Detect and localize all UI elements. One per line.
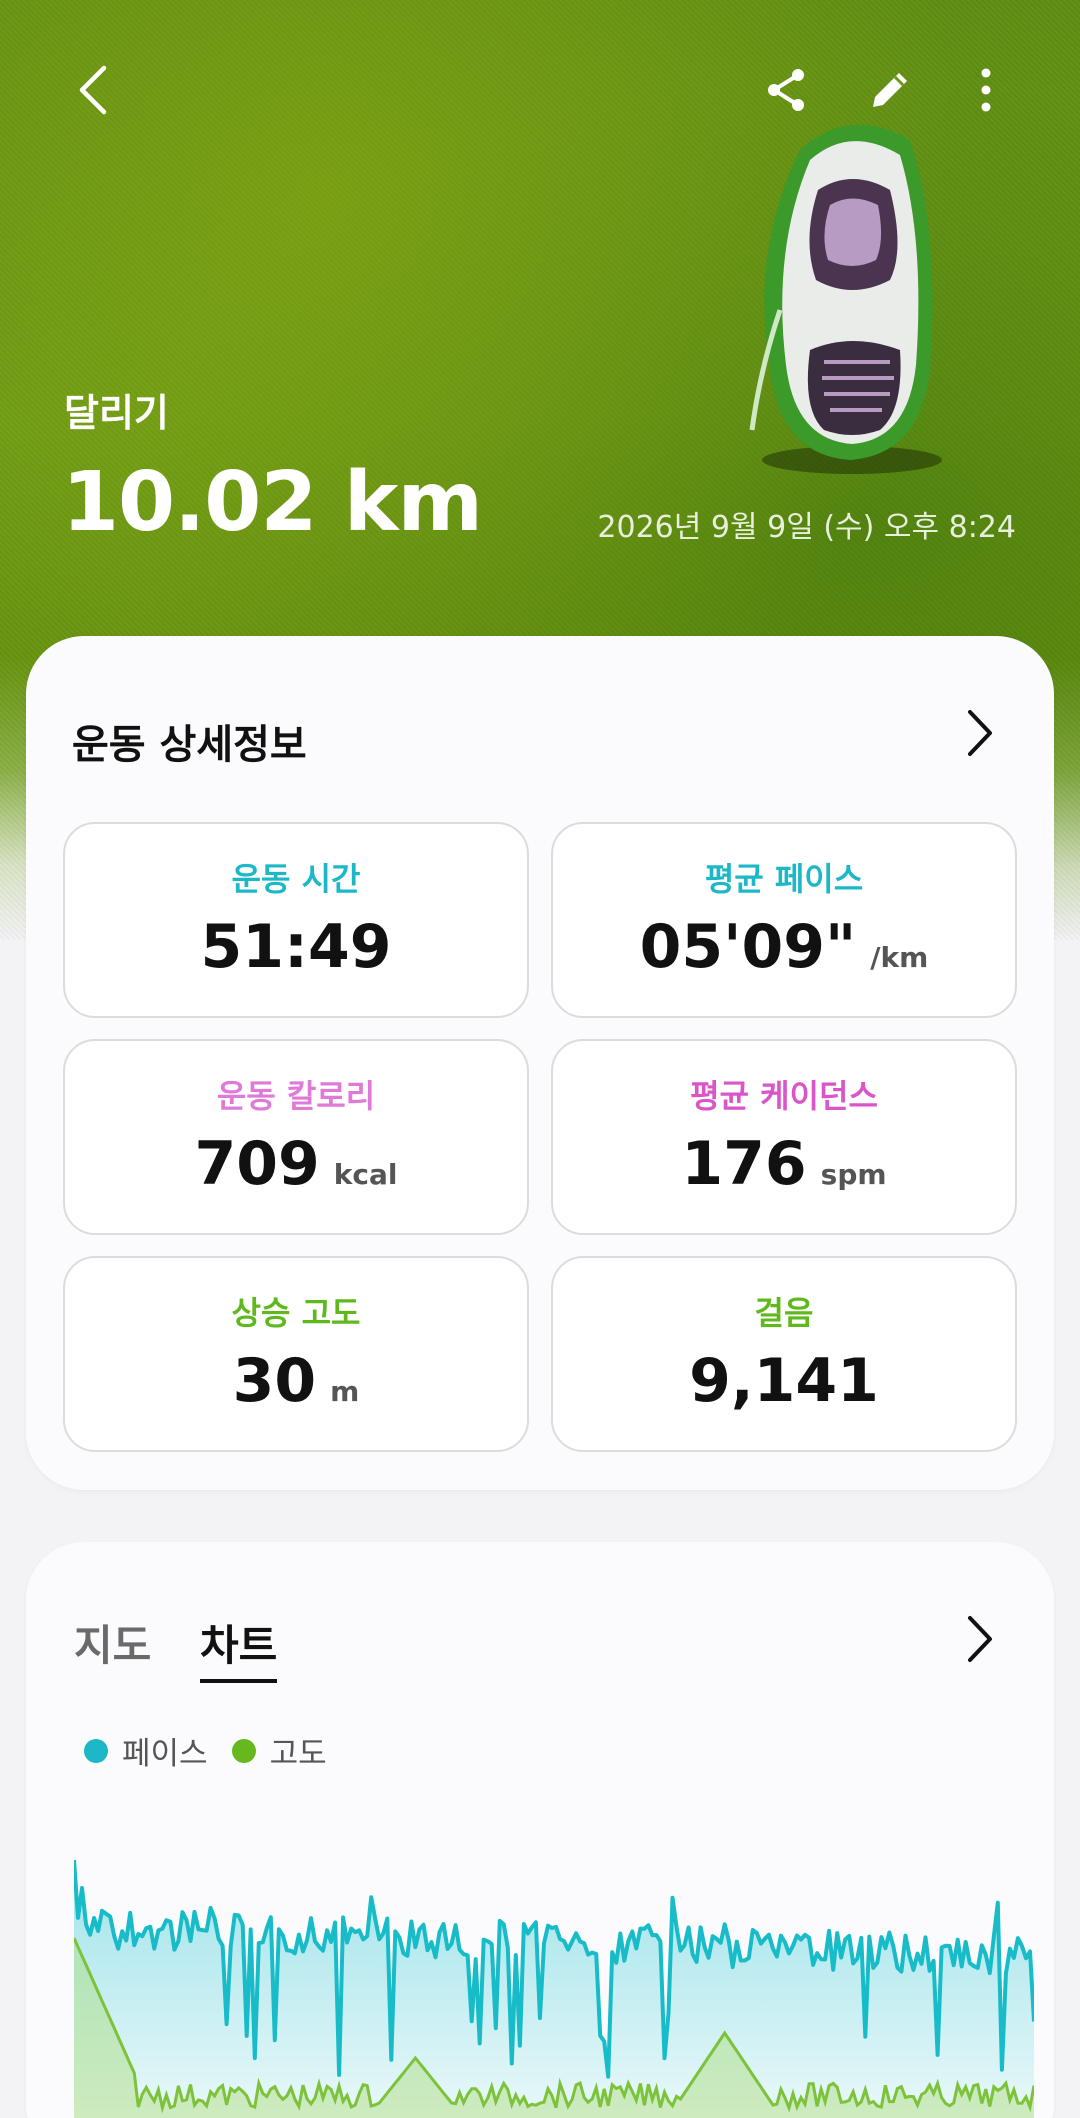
legend-dot [84, 1738, 108, 1763]
stat-value: 709 [194, 1129, 320, 1199]
stat-label: 운동 시간 [231, 860, 361, 898]
stat-avg-cadence: 평균 케이던스 176 spm [551, 1039, 1017, 1235]
stat-label: 운동 칼로리 [216, 1077, 376, 1115]
workout-datetime: 2026년 9월 9일 (수) 오후 8:24 [597, 510, 1016, 545]
stat-label: 평균 페이스 [704, 860, 864, 898]
chart-legend: 페이스 고도 [84, 1728, 351, 1773]
activity-type: 달리기 [64, 391, 169, 435]
chevron-right-icon[interactable] [960, 706, 1000, 760]
stat-steps: 걸음 9,141 [551, 1256, 1017, 1452]
stat-label: 평균 케이던스 [690, 1077, 878, 1115]
chevron-left-icon [79, 65, 107, 115]
stat-label: 걸음 [754, 1294, 814, 1332]
chevron-right-icon[interactable] [960, 1612, 1000, 1666]
stat-value: 05'09" [639, 912, 857, 982]
stat-label: 상승 고도 [231, 1294, 361, 1332]
details-title: 운동 상세정보 [72, 722, 307, 768]
pace-area [74, 1860, 1034, 2118]
tab-map[interactable]: 지도 [74, 1612, 151, 1673]
stat-duration: 운동 시간 51:49 [63, 822, 529, 1018]
legend-item-elevation: 고도 [231, 1728, 327, 1773]
shoe-image [749, 124, 942, 474]
stat-unit: /km [870, 941, 929, 974]
total-distance: 10.02 km [62, 455, 483, 550]
stat-elevation-gain: 상승 고도 30 m [63, 1256, 529, 1452]
stat-unit: kcal [333, 1158, 398, 1191]
pace-elevation-chart[interactable] [74, 1858, 1034, 2118]
legend-item-pace: 페이스 [84, 1728, 208, 1773]
stat-value: 9,141 [689, 1346, 879, 1416]
more-button[interactable] [956, 60, 1016, 120]
map-chart-card: 지도 차트 페이스 고도 [26, 1542, 1054, 2118]
share-icon [768, 69, 804, 111]
stat-value: 30 [232, 1346, 317, 1416]
more-vertical-icon [981, 68, 991, 112]
legend-label: 고도 [269, 1736, 327, 1772]
back-button[interactable] [64, 60, 124, 120]
stat-unit: m [330, 1375, 360, 1408]
legend-label: 페이스 [122, 1736, 208, 1772]
stat-value: 176 [681, 1129, 807, 1199]
workout-details-card: 운동 상세정보 운동 시간 51:49 평균 페이스 05'09" /km 운동 … [26, 636, 1054, 1490]
stat-avg-pace: 평균 페이스 05'09" /km [551, 822, 1017, 1018]
tab-chart[interactable]: 차트 [200, 1612, 278, 1683]
pencil-icon [873, 73, 907, 107]
stat-value: 51:49 [200, 912, 392, 982]
stat-calories: 운동 칼로리 709 kcal [63, 1039, 529, 1235]
legend-dot [231, 1738, 256, 1763]
stat-unit: spm [820, 1158, 887, 1191]
